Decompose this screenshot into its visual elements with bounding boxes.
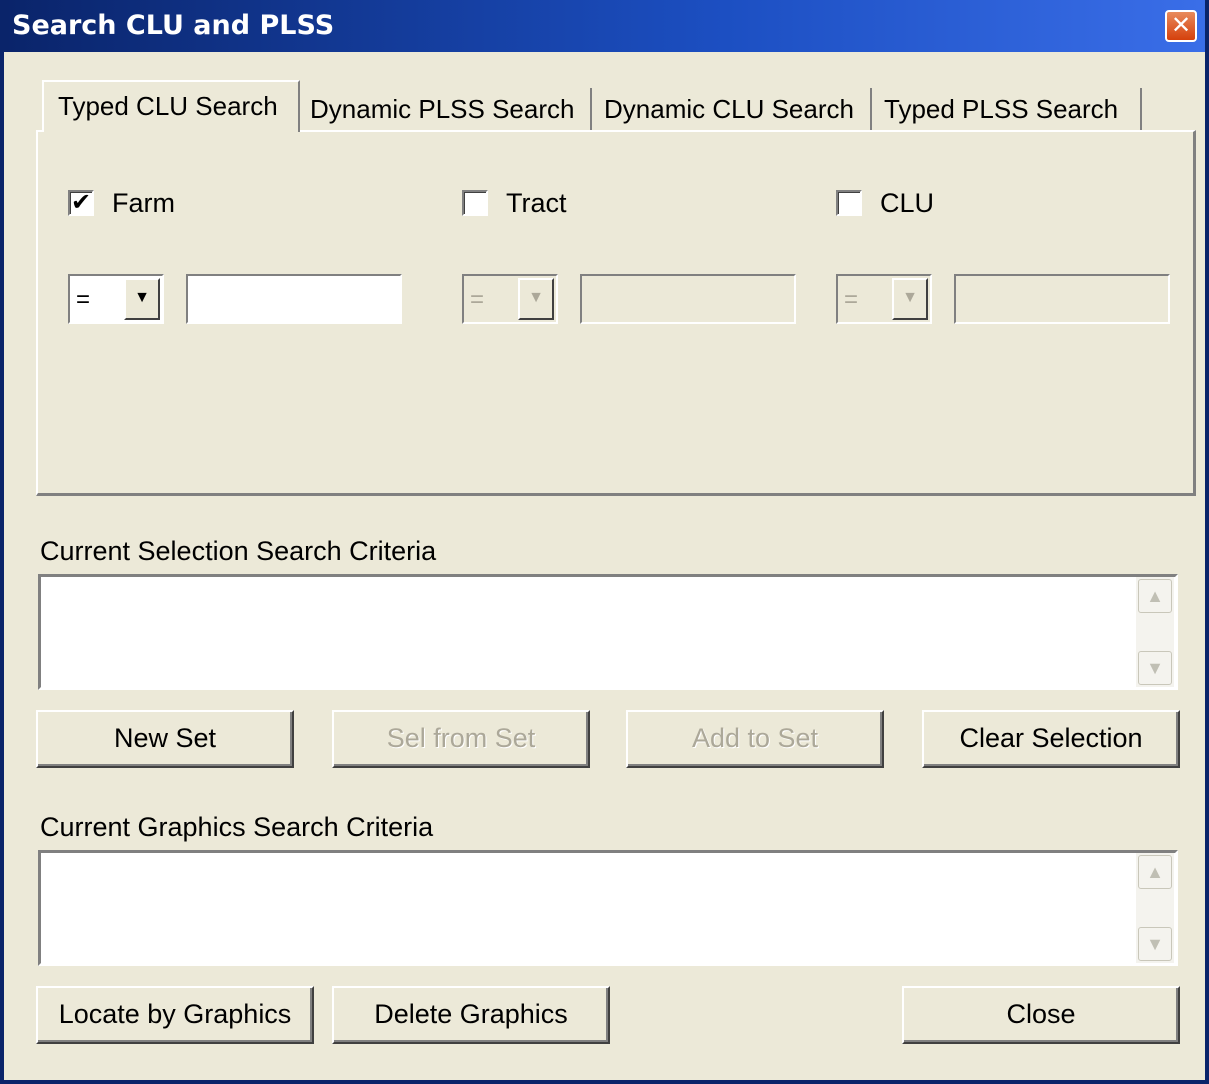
- locate-by-graphics-button[interactable]: Locate by Graphics: [36, 986, 314, 1044]
- new-set-button[interactable]: New Set: [36, 710, 294, 768]
- graphics-criteria-label: Current Graphics Search Criteria: [40, 812, 434, 842]
- tab-dynamic-plss-search[interactable]: Dynamic PLSS Search: [302, 88, 592, 130]
- tab-typed-plss-search[interactable]: Typed PLSS Search: [876, 88, 1142, 130]
- farm-label: Farm: [112, 188, 175, 218]
- scroll-down-icon[interactable]: ▼: [1138, 651, 1172, 685]
- window-title: Search CLU and PLSS: [12, 10, 335, 41]
- tab-label: Dynamic PLSS Search: [310, 94, 575, 124]
- delete-graphics-button[interactable]: Delete Graphics: [332, 986, 610, 1044]
- typed-clu-search-panel: ✔ Farm = ▼ Tract = ▼ CLU = ▼: [36, 130, 1196, 496]
- farm-value-input[interactable]: [186, 274, 402, 324]
- farm-operator-value: =: [76, 286, 91, 313]
- scroll-up-icon[interactable]: ▲: [1138, 579, 1172, 613]
- clu-label: CLU: [880, 188, 935, 218]
- graphics-criteria-box[interactable]: [38, 850, 1178, 966]
- graphics-scrollbar[interactable]: ▲ ▼: [1136, 853, 1174, 963]
- clu-value-input[interactable]: [954, 274, 1170, 324]
- tab-label: Typed CLU Search: [58, 91, 278, 121]
- tract-operator-select[interactable]: = ▼: [462, 274, 558, 324]
- selection-criteria-box[interactable]: [38, 574, 1178, 690]
- tract-operator-value: =: [470, 286, 485, 313]
- tract-value-input[interactable]: [580, 274, 796, 324]
- clear-selection-button[interactable]: Clear Selection: [922, 710, 1180, 768]
- clu-operator-value: =: [844, 286, 859, 313]
- farm-operator-select[interactable]: = ▼: [68, 274, 164, 324]
- close-window-icon[interactable]: ✕: [1165, 10, 1197, 42]
- chevron-down-icon[interactable]: ▼: [124, 278, 160, 320]
- clu-checkbox[interactable]: [836, 190, 862, 216]
- scroll-down-icon[interactable]: ▼: [1138, 927, 1172, 961]
- tab-label: Dynamic CLU Search: [604, 94, 854, 124]
- tab-dynamic-clu-search[interactable]: Dynamic CLU Search: [596, 88, 872, 130]
- close-button[interactable]: Close: [902, 986, 1180, 1044]
- search-clu-plss-dialog: Search CLU and PLSS ✕ Typed CLU Search D…: [0, 0, 1209, 1084]
- tab-label: Typed PLSS Search: [884, 94, 1119, 124]
- selection-criteria-label: Current Selection Search Criteria: [40, 536, 437, 566]
- farm-checkbox[interactable]: ✔: [68, 190, 94, 216]
- scroll-up-icon[interactable]: ▲: [1138, 855, 1172, 889]
- chevron-down-icon[interactable]: ▼: [518, 278, 554, 320]
- title-bar[interactable]: Search CLU and PLSS ✕: [4, 0, 1205, 52]
- add-to-set-button[interactable]: Add to Set: [626, 710, 884, 768]
- sel-from-set-button[interactable]: Sel from Set: [332, 710, 590, 768]
- clu-operator-select[interactable]: = ▼: [836, 274, 932, 324]
- tract-label: Tract: [506, 188, 567, 218]
- tab-typed-clu-search[interactable]: Typed CLU Search: [42, 80, 300, 132]
- tract-checkbox[interactable]: [462, 190, 488, 216]
- chevron-down-icon[interactable]: ▼: [892, 278, 928, 320]
- selection-scrollbar[interactable]: ▲ ▼: [1136, 577, 1174, 687]
